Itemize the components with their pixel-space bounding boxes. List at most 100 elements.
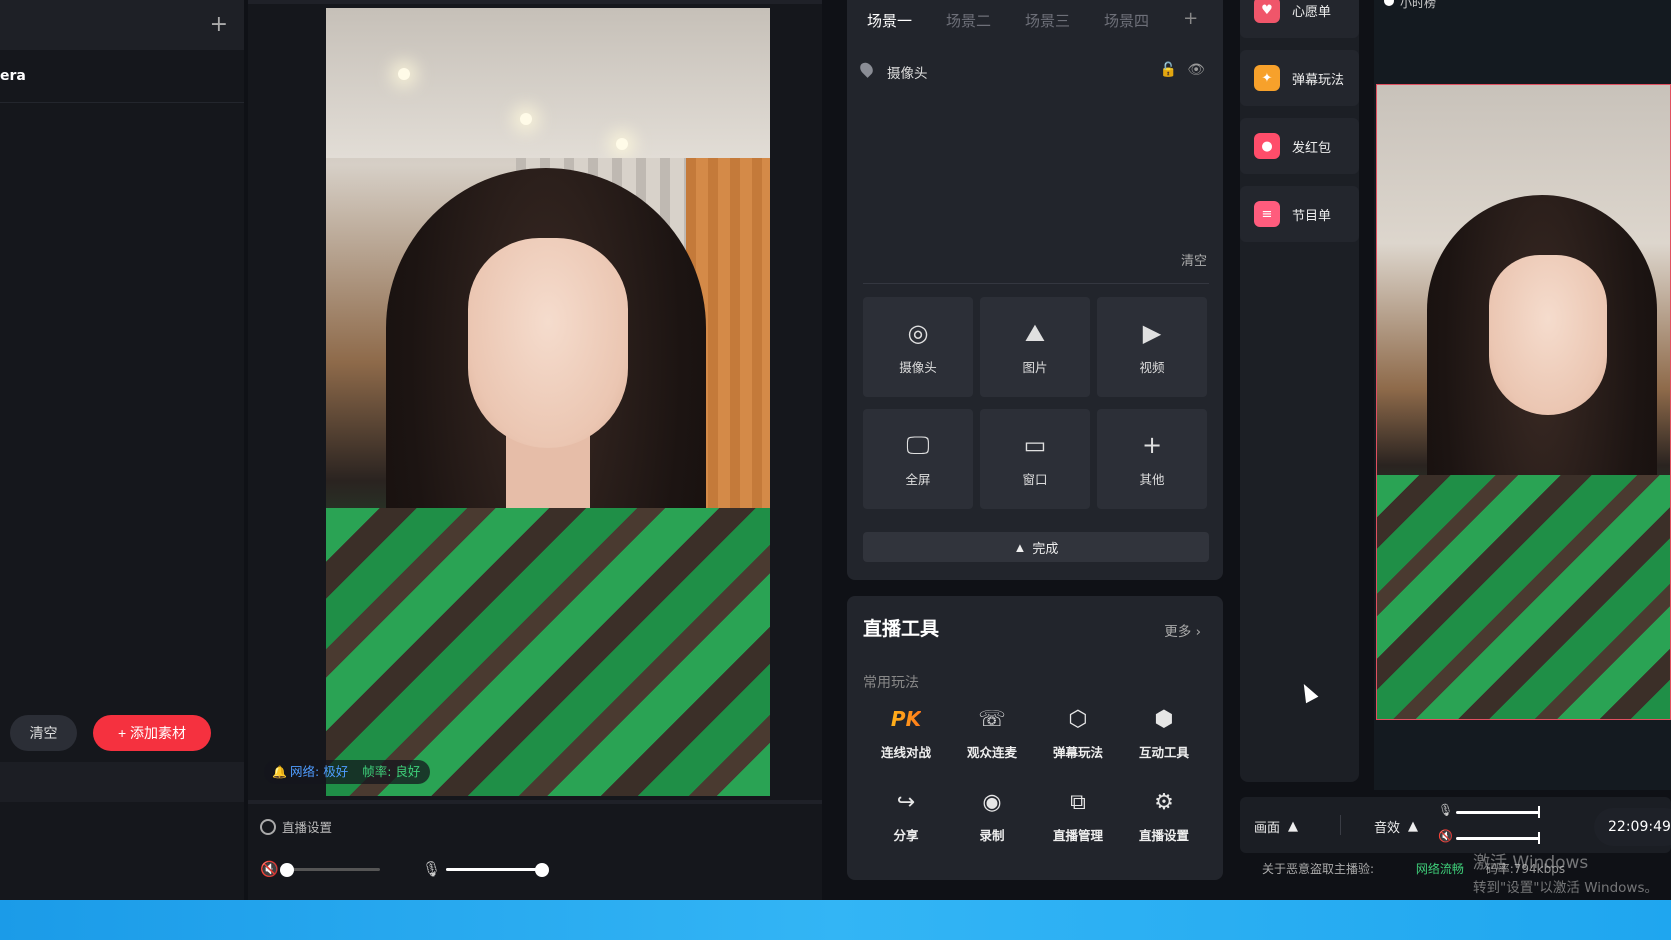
tool-label: 直播管理 [1052,828,1103,843]
done-label: 完成 [1032,540,1059,556]
scene-source-label: 摄像头 [887,66,928,82]
sound-menu[interactable]: 音效 ▲ [1374,817,1418,836]
camera-icon: ◎ [907,318,929,347]
microphone-icon[interactable]: 🎙 [422,860,441,878]
live-preview-video[interactable] [326,8,770,796]
window-icon: ▭ [1023,430,1047,459]
slider-knob[interactable] [1538,832,1540,844]
picture-label: 画面 [1254,821,1281,836]
caret-up-icon: ▲ [1288,819,1299,834]
add-scene-icon[interactable]: + [210,12,228,37]
tab-scene-3[interactable]: 场景三 [1025,10,1070,31]
done-button[interactable]: ▲ 完成 [863,532,1209,562]
source-label: 全屏 [905,471,931,487]
eye-icon[interactable]: 👁 [1187,62,1205,78]
shield-x-icon: ⬡ [1068,706,1088,732]
camera-source-label[interactable]: era [0,68,26,84]
more-link[interactable]: 更多 › [1164,620,1201,640]
add-video-source[interactable]: ▶ 视频 [1097,297,1207,397]
divider [0,102,244,103]
mic-volume-slider[interactable]: 🎙 [1438,803,1540,821]
net-value: 极好 [323,764,349,779]
tool-audience-connect[interactable]: ☏ 观众连麦 [949,704,1035,761]
live-settings-link[interactable]: 直播设置 [260,817,332,836]
hex-gear-icon: ⚙ [1154,789,1174,815]
person-face [468,238,628,448]
tool-label: 连线对战 [880,745,931,760]
tab-scene-4[interactable]: 场景四 [1104,10,1149,31]
unlock-icon[interactable]: 🔓 [1160,62,1177,78]
windows-taskbar [0,900,1671,940]
feature-danmu[interactable]: ✦ 弹幕玩法 [1240,50,1359,106]
tool-live-settings[interactable]: ⚙ 直播设置 [1121,787,1207,844]
program-icon: ≡ [1254,201,1280,227]
wish-icon: ♥ [1254,0,1280,23]
tool-danmu-play[interactable]: ⬡ 弹幕玩法 [1035,704,1121,761]
add-window-source[interactable]: ▭ 窗口 [980,409,1090,509]
slider-knob[interactable] [1538,806,1540,818]
picture-menu[interactable]: 画面 ▲ [1254,817,1298,836]
speaker-muted-icon[interactable]: 🔇 [260,860,279,878]
feature-red-packet[interactable]: ● 发红包 [1240,118,1359,174]
output-preview-video[interactable] [1376,84,1671,720]
divider [248,0,822,4]
materials-header: + [0,0,244,50]
clear-button[interactable]: 清空 [10,715,77,751]
source-grid: ◎ 摄像头 ⛰ 图片 ▶ 视频 🖵 全屏 ▭ 窗口 + 其他 [863,297,1215,509]
divider [863,283,1209,284]
slider-line [1456,811,1540,814]
source-label: 视频 [1139,359,1165,375]
tool-record[interactable]: ◉ 录制 [949,787,1035,844]
tool-interaction[interactable]: ⬢ 互动工具 [1121,704,1207,761]
materials-footer [0,762,244,802]
windows-activation-watermark: 激活 Windows [1473,853,1589,873]
ceiling-light [398,68,410,80]
add-other-source[interactable]: + 其他 [1097,409,1207,509]
output-preview-column: 小时榜 [1374,0,1671,790]
status-network: 网络流畅 [1415,862,1464,876]
plus-icon: + [1141,430,1163,459]
tab-scene-1[interactable]: 场景一 [867,10,912,31]
tool-label: 录制 [979,828,1005,843]
net-label: 网络: [290,764,320,779]
tool-live-manage[interactable]: ⧉ 直播管理 [1035,787,1121,844]
feature-wishlist[interactable]: ♥ 心愿单 [1240,0,1359,38]
scene-source-camera[interactable]: 摄像头 🔓 👁 [857,58,1211,86]
source-label: 图片 [1022,359,1048,375]
tab-scene-2[interactable]: 场景二 [946,10,991,31]
pk-icon: PK [891,704,921,734]
feature-program-list[interactable]: ≡ 节目单 [1240,186,1359,242]
audio-controls: 🔇 🎙 [260,858,800,882]
speaker-volume-knob[interactable] [279,863,294,877]
feature-column: ♥ 心愿单 ✦ 弹幕玩法 ● 发红包 ≡ 节目单 [1240,0,1359,782]
tool-label: 分享 [893,828,919,843]
feature-label: 心愿单 [1292,4,1332,20]
live-tools-panel: 直播工具 更多 › 常用玩法 PK 连线对战 ☏ 观众连麦 ⬡ 弹幕玩法 ⬢ 互… [847,596,1223,880]
source-label: 其他 [1139,471,1165,487]
common-play-subtitle: 常用玩法 [863,675,919,691]
status-notice[interactable]: 关于恶意盗取主播验: [1262,862,1374,876]
speaker-volume-slider[interactable]: 🔇 [1438,829,1540,847]
feature-label: 节目单 [1292,208,1332,224]
redpacket-icon: ● [1254,133,1280,159]
tool-label: 互动工具 [1138,745,1189,760]
hour-rank-label: 小时榜 [1400,0,1437,10]
tool-label: 弹幕玩法 [1052,745,1103,760]
manage-icon: ⧉ [1070,789,1086,815]
source-label: 窗口 [1022,471,1048,487]
tool-pk-battle[interactable]: PK 连线对战 [863,704,949,761]
feature-label: 弹幕玩法 [1292,72,1345,88]
add-material-button[interactable]: + 添加素材 [93,715,211,751]
clear-sources-link[interactable]: 清空 [1181,250,1207,269]
live-settings-label: 直播设置 [282,820,333,835]
add-camera-source[interactable]: ◎ 摄像头 [863,297,973,397]
add-image-source[interactable]: ⛰ 图片 [980,297,1090,397]
materials-panel: + era 清空 + 添加素材 [0,0,244,900]
mic-volume-knob[interactable] [535,863,549,877]
tool-share[interactable]: ↪ 分享 [863,787,949,844]
hour-rank-bar[interactable]: 小时榜 [1374,0,1671,24]
add-fullscreen-source[interactable]: 🖵 全屏 [863,409,973,509]
speaker-volume-track[interactable] [284,868,380,871]
add-scene-tab-icon[interactable]: + [1183,10,1198,31]
scene-panel: 场景一 场景二 场景三 场景四 + 摄像头 🔓 👁 清空 ◎ 摄像头 ⛰ 图片 … [847,0,1223,580]
